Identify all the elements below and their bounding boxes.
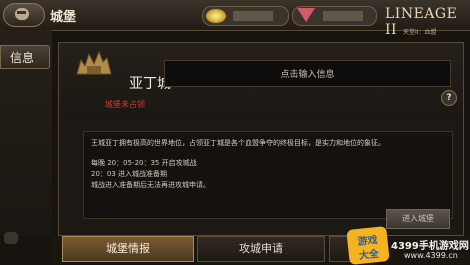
description-box: 王城亚丁拥有极高的世界地位，占领亚丁城是各个血盟争夺的终极目标，是实力和地位的象… bbox=[83, 131, 453, 219]
back-arrow-icon bbox=[15, 8, 29, 20]
enter-castle-button[interactable]: 进入城堡 bbox=[386, 209, 450, 229]
description-main: 王城亚丁拥有极高的世界地位，占领亚丁城是各个血盟争夺的终极目标，是实力和地位的象… bbox=[91, 139, 385, 147]
watermark-url: www.4399.cn bbox=[404, 251, 458, 260]
gem-currency[interactable] bbox=[292, 6, 377, 26]
ruby-gem-icon bbox=[297, 8, 315, 22]
description-line: 20：03 进入城战准备期 bbox=[91, 170, 168, 178]
notice-placeholder: 点击输入信息 bbox=[280, 70, 335, 80]
description-line: 城战进入准备期后无法再进攻城申请。 bbox=[91, 181, 210, 189]
gem-amount-blurred bbox=[323, 11, 363, 21]
notice-input[interactable]: 点击输入信息 bbox=[164, 60, 451, 87]
castle-status: 城堡未占领 bbox=[105, 100, 145, 109]
side-tab-label: 信息 bbox=[10, 51, 35, 65]
back-button[interactable] bbox=[3, 3, 45, 27]
tab-siege-apply[interactable]: 攻城申请 bbox=[197, 236, 325, 262]
tab-castle-info[interactable]: 城堡情报 bbox=[62, 236, 194, 262]
watermark-site: 4399手机游戏网 bbox=[391, 241, 469, 252]
watermark-badge: 游戏 大全 bbox=[346, 226, 390, 265]
page-title: 城堡 bbox=[50, 10, 77, 25]
gold-amount-blurred bbox=[233, 11, 273, 21]
castle-icon bbox=[76, 50, 112, 75]
avatar-icon[interactable] bbox=[4, 232, 18, 244]
castle-panel: 亚丁城 城堡未占领 点击输入信息 ? 王城亚丁拥有极高的世界地位，占领亚丁城是各… bbox=[58, 42, 464, 236]
watermark-badge-bottom: 大全 bbox=[358, 248, 380, 262]
gold-currency[interactable] bbox=[202, 6, 289, 26]
game-logo: LINEAGE II 天堂II：血盟 bbox=[385, 6, 470, 46]
logo-subtitle: 天堂II：血盟 bbox=[403, 29, 437, 36]
description-line: 每晚 20：05-20：35 开启攻城战 bbox=[91, 159, 197, 167]
tab-info-side[interactable]: 信息 bbox=[0, 45, 50, 69]
help-icon[interactable]: ? bbox=[441, 90, 457, 106]
gold-coin-icon bbox=[206, 9, 226, 23]
